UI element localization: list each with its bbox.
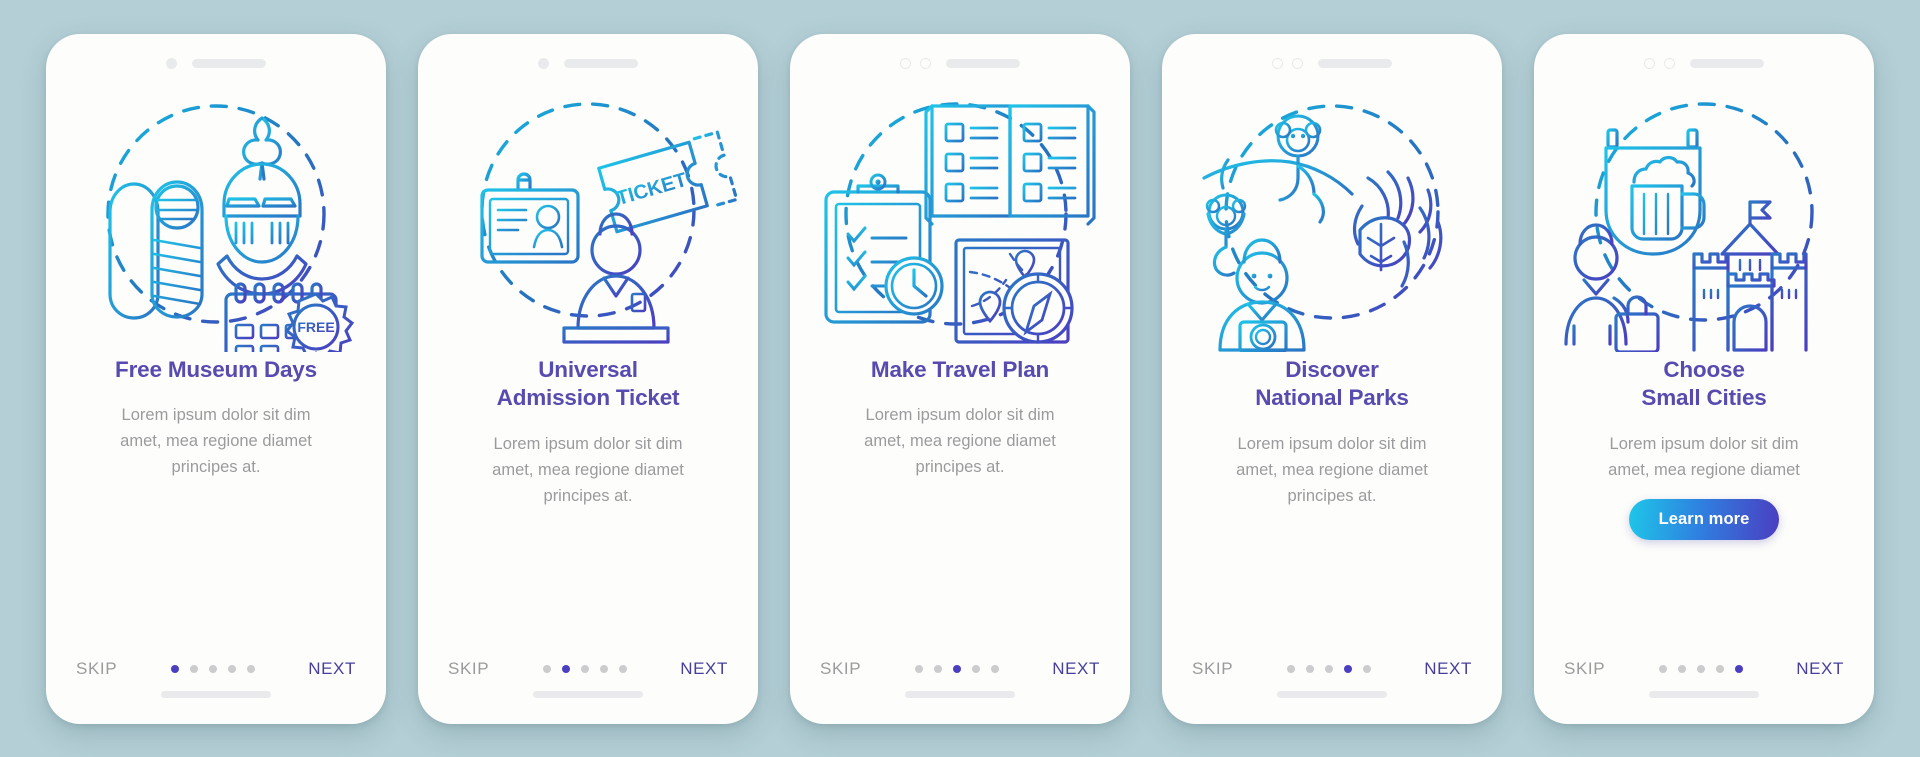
learn-more-button[interactable]: Learn more	[1628, 499, 1780, 541]
phone-top-hardware	[1162, 34, 1502, 80]
speaker-grille-icon	[1690, 59, 1764, 68]
camera-dot-icon	[538, 58, 549, 69]
onboarding-screens-container: FREE Free Museum Days Lorem ipsum dolor …	[0, 0, 1920, 757]
pagination-dot-2[interactable]	[1305, 664, 1314, 673]
pagination-dots	[914, 664, 999, 673]
pagination-dot-1[interactable]	[542, 664, 551, 673]
camera-dot-icon	[1644, 58, 1655, 69]
onboarding-nav-row: SKIP NEXT	[790, 659, 1130, 679]
skip-button[interactable]: SKIP	[1564, 659, 1605, 679]
phone-screen-free-museum-days: FREE Free Museum Days Lorem ipsum dolor …	[46, 33, 386, 724]
pagination-dot-1[interactable]	[1286, 664, 1295, 673]
home-indicator-bar	[1277, 690, 1387, 698]
pagination-dot-3[interactable]	[1696, 664, 1705, 673]
home-indicator-bar	[905, 690, 1015, 698]
illustration-clipboard-brochure-map-compass-icon	[810, 82, 1110, 352]
onboarding-nav-row: SKIP NEXT	[1162, 659, 1502, 679]
phone-top-hardware	[1534, 34, 1874, 80]
next-button[interactable]: NEXT	[680, 659, 728, 679]
home-indicator-bar	[161, 690, 271, 698]
screen-text-block: Make Travel Plan Lorem ipsum dolor sit d…	[790, 352, 1130, 570]
screen-title: Free Museum Days	[115, 356, 317, 382]
screen-description: Lorem ipsum dolor sit dim amet, mea regi…	[864, 406, 1056, 477]
pagination-dots	[1286, 664, 1371, 673]
pagination-dots	[1658, 664, 1743, 673]
illustration-monkey-photographer-jungle-icon	[1182, 82, 1482, 352]
phone-top-hardware	[790, 34, 1130, 80]
pagination-dot-1[interactable]	[170, 664, 179, 673]
next-button[interactable]: NEXT	[1052, 659, 1100, 679]
speaker-grille-icon	[192, 59, 266, 68]
screen-description: Lorem ipsum dolor sit dim amet, mea regi…	[492, 435, 684, 506]
screen-text-block: Universal Admission Ticket Lorem ipsum d…	[418, 352, 758, 584]
pagination-dot-1[interactable]	[914, 664, 923, 673]
screen-title: Choose Small Cities	[1641, 356, 1767, 411]
pagination-dot-3[interactable]	[208, 664, 217, 673]
screen-text-block: Discover National Parks Lorem ipsum dolo…	[1162, 352, 1502, 584]
phone-screen-choose-small-cities: Choose Small Cities Lorem ipsum dolor si…	[1534, 33, 1874, 724]
phone-top-hardware	[46, 34, 386, 80]
next-button[interactable]: NEXT	[308, 659, 356, 679]
home-indicator-bar	[533, 690, 643, 698]
pagination-dot-2[interactable]	[561, 664, 570, 673]
screen-title: Make Travel Plan	[870, 356, 1050, 382]
pagination-dot-4[interactable]	[1715, 664, 1724, 673]
pagination-dot-5[interactable]	[246, 664, 255, 673]
screen-text-block: Free Museum Days Lorem ipsum dolor sit d…	[46, 352, 386, 570]
pagination-dot-4[interactable]	[971, 664, 980, 673]
sensor-dot-icon	[920, 58, 931, 69]
sensor-dot-icon	[1292, 58, 1303, 69]
speaker-grille-icon	[946, 59, 1020, 68]
svg-text:TICKET: TICKET	[614, 168, 689, 209]
next-button[interactable]: NEXT	[1424, 659, 1472, 679]
screen-text-block: Choose Small Cities Lorem ipsum dolor si…	[1534, 352, 1874, 600]
pagination-dot-4[interactable]	[1343, 664, 1352, 673]
speaker-grille-icon	[1318, 59, 1392, 68]
phone-screen-make-travel-plan: Make Travel Plan Lorem ipsum dolor sit d…	[790, 33, 1130, 724]
pagination-dot-3[interactable]	[1324, 664, 1333, 673]
camera-dot-icon	[1272, 58, 1283, 69]
illustration-ticket-badge-attendant-icon: TICKET	[438, 82, 738, 352]
screen-description: Lorem ipsum dolor sit dim amet, mea regi…	[1236, 435, 1428, 506]
svg-text:FREE: FREE	[297, 319, 334, 335]
home-indicator-bar	[1649, 690, 1759, 698]
camera-dot-icon	[166, 58, 177, 69]
screen-description: Lorem ipsum dolor sit dim amet, mea regi…	[120, 406, 312, 477]
onboarding-nav-row: SKIP NEXT	[1534, 659, 1874, 679]
screen-description: Lorem ipsum dolor sit dim amet, mea regi…	[1608, 435, 1800, 480]
skip-button[interactable]: SKIP	[448, 659, 489, 679]
onboarding-nav-row: SKIP NEXT	[418, 659, 758, 679]
camera-dot-icon	[900, 58, 911, 69]
pagination-dot-5[interactable]	[1362, 664, 1371, 673]
pagination-dot-2[interactable]	[933, 664, 942, 673]
phone-screen-universal-admission-ticket: TICKET Universal Admission Ticket Lorem …	[418, 33, 758, 724]
onboarding-nav-row: SKIP NEXT	[46, 659, 386, 679]
pagination-dot-5[interactable]	[1734, 664, 1743, 673]
illustration-museum-knight-mummy-calendar-icon: FREE	[66, 82, 366, 352]
pagination-dots	[170, 664, 255, 673]
pagination-dot-3[interactable]	[580, 664, 589, 673]
pagination-dot-3[interactable]	[952, 664, 961, 673]
sensor-dot-icon	[1664, 58, 1675, 69]
screen-title: Universal Admission Ticket	[496, 356, 680, 411]
phone-screen-discover-national-parks: Discover National Parks Lorem ipsum dolo…	[1162, 33, 1502, 724]
pagination-dot-4[interactable]	[227, 664, 236, 673]
illustration-beer-sign-traveler-castle-icon	[1554, 82, 1854, 352]
next-button[interactable]: NEXT	[1796, 659, 1844, 679]
pagination-dot-4[interactable]	[599, 664, 608, 673]
phone-top-hardware	[418, 34, 758, 80]
skip-button[interactable]: SKIP	[76, 659, 117, 679]
pagination-dot-2[interactable]	[1677, 664, 1686, 673]
pagination-dot-5[interactable]	[618, 664, 627, 673]
speaker-grille-icon	[564, 59, 638, 68]
skip-button[interactable]: SKIP	[1192, 659, 1233, 679]
pagination-dot-1[interactable]	[1658, 664, 1667, 673]
pagination-dots	[542, 664, 627, 673]
screen-title: Discover National Parks	[1255, 356, 1409, 411]
skip-button[interactable]: SKIP	[820, 659, 861, 679]
pagination-dot-2[interactable]	[189, 664, 198, 673]
pagination-dot-5[interactable]	[990, 664, 999, 673]
